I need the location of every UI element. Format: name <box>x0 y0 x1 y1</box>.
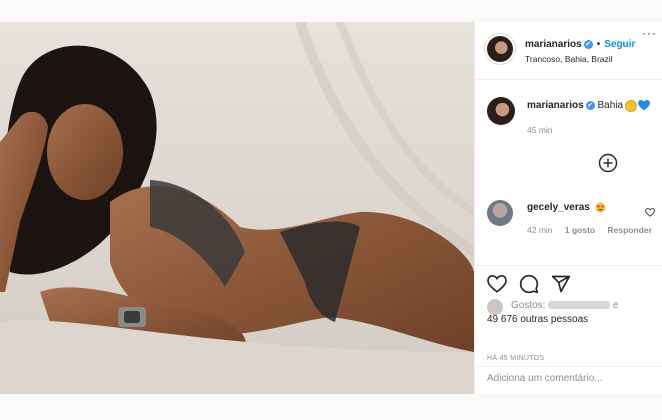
author-username[interactable]: marianarios <box>525 39 582 50</box>
more-options-icon[interactable]: ··· <box>642 26 657 40</box>
heart-eyes-emoji-icon <box>595 202 606 213</box>
add-comment-bar <box>475 366 662 395</box>
page-top-background <box>0 0 662 22</box>
plus-circle-icon[interactable] <box>598 153 618 173</box>
commenter-username[interactable]: gecely_veras <box>527 202 590 213</box>
follow-button[interactable]: Seguir <box>604 39 635 50</box>
caption-line: marianarios ✔ Bahia <box>527 100 651 112</box>
comment-like-count[interactable]: 1 gosto <box>565 225 595 235</box>
post-header: marianarios ✔ • Seguir Trancoso, Bahia, Bra… <box>475 22 662 80</box>
heart-icon[interactable] <box>487 275 507 293</box>
caption-username[interactable]: marianarios <box>527 100 584 111</box>
likes-label: Gostos: <box>511 300 546 311</box>
post-location[interactable]: Trancoso, Bahia, Brazil <box>525 54 613 64</box>
caption-avatar[interactable] <box>487 97 515 125</box>
share-icon[interactable] <box>551 274 571 294</box>
verified-badge-icon: ✔ <box>583 39 593 49</box>
likes-others-link[interactable]: 49 676 outras pessoas <box>487 313 588 327</box>
beach-photo-illustration <box>0 22 474 394</box>
comment-line: gecely_veras <box>527 202 606 213</box>
likes-summary: Gostos: e <box>511 299 619 313</box>
liker-username-blurred[interactable] <box>548 301 611 310</box>
caption-verified-badge-icon: ✔ <box>585 101 595 110</box>
caption-time: 45 min <box>527 125 553 135</box>
page-bottom-background <box>0 394 662 420</box>
comment-like-heart-icon[interactable] <box>645 208 655 217</box>
post-actions-section: Gostos: e 49 676 outras pessoas HÁ 45 MI… <box>475 265 662 394</box>
caption-text: Bahia <box>597 100 624 112</box>
post-photo[interactable] <box>0 22 474 394</box>
author-line: marianarios ✔ • Seguir <box>525 39 635 50</box>
comment-time: 42 min <box>527 225 553 235</box>
posted-time-ago[interactable]: HÁ 45 MINUTOS <box>487 355 544 362</box>
likes-connector: e <box>613 300 619 311</box>
separator-dot: • <box>596 39 601 50</box>
author-avatar[interactable] <box>487 36 513 62</box>
post-side-panel: marianarios ✔ • Seguir Trancoso, Bahia, Bra… <box>474 22 662 394</box>
reply-button[interactable]: Responder <box>608 225 652 235</box>
add-comment-input[interactable] <box>487 373 653 384</box>
commenter-avatar[interactable] <box>487 200 513 226</box>
blue-heart-emoji-icon <box>638 100 651 111</box>
comment-meta: 42 min 1 gosto Responder <box>527 225 652 235</box>
sun-emoji-icon <box>626 100 637 111</box>
comment-icon[interactable] <box>519 274 539 294</box>
